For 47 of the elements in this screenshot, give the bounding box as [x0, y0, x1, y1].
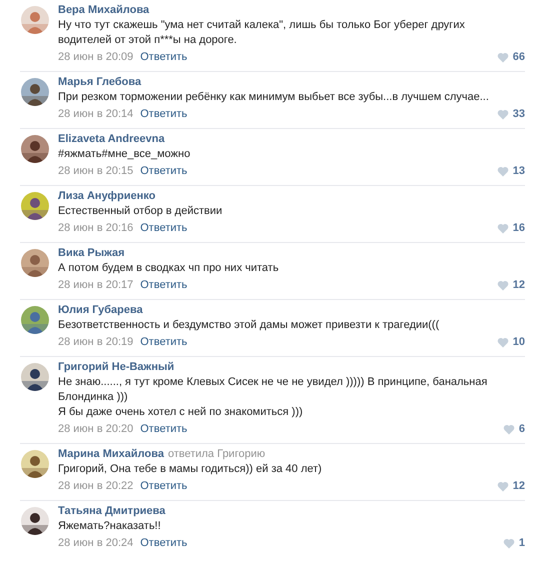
comment-date: 28 июн в 20:14	[58, 107, 134, 122]
author-name[interactable]: Вера Михайлова	[58, 3, 150, 18]
comment-text: При резком торможении ребёнку как минимум выбьет все зубы...в лучшем случае...	[58, 90, 490, 105]
reply-link[interactable]: Ответить	[140, 535, 188, 551]
comment-text: Яжемать?наказать!!	[58, 519, 162, 534]
comment-text: Григорий, Она тебе в мамы годиться)) ей за 40 лет)	[58, 462, 323, 477]
like-button[interactable]: 1	[502, 535, 525, 551]
comment-text: Не знаю......, я тут кроме Клевых Сисек не че не увидел ))))) В принципе, банальная Блондинка )))	[58, 375, 488, 405]
comment-text: Ну что тут скажешь "ума нет считай калека", лишь бы только Бог уберег других водителей от этой п***ы на дороге.	[58, 18, 466, 48]
author-name[interactable]: Elizaveta Andreevna	[58, 132, 165, 147]
author-name[interactable]: Татьяна Дмитриева	[58, 504, 166, 519]
reply-link[interactable]: Ответить	[140, 334, 188, 350]
comment-text: #яжмать#мне_все_можно	[58, 147, 192, 162]
like-button[interactable]: 12	[496, 478, 525, 494]
like-button[interactable]: 33	[496, 106, 525, 122]
comment-date: 28 июн в 20:17	[58, 278, 134, 293]
reply-to-label: ответила Григорию	[168, 447, 266, 462]
like-button[interactable]: 10	[496, 334, 525, 350]
like-button[interactable]: 12	[496, 277, 525, 293]
author-name[interactable]: Юлия Губарева	[58, 303, 143, 318]
comment-text: Безответственность и бездумство этой дамы может привезти к трагедии(((	[58, 318, 440, 333]
like-button[interactable]: 13	[496, 163, 525, 179]
comment-text: А потом будем в сводках чп про них читать	[58, 261, 280, 276]
author-name[interactable]: Марина Михайлова	[58, 447, 164, 462]
comment-text: Естественный отбор в действии	[58, 204, 224, 219]
comment-date: 28 июн в 20:19	[58, 335, 134, 350]
author-name[interactable]: Вика Рыжая	[58, 246, 125, 261]
like-button[interactable]: 66	[496, 49, 525, 65]
like-button[interactable]: 6	[502, 421, 525, 437]
comment-date: 28 июн в 20:15	[58, 164, 134, 179]
comment-date: 28 июн в 20:22	[58, 479, 134, 494]
comment-date: 28 июн в 20:16	[58, 221, 134, 236]
author-name[interactable]: Григорий Не-Важный	[58, 360, 174, 375]
comment-date: 28 июн в 20:09	[58, 50, 134, 65]
reply-link[interactable]: Ответить	[140, 49, 188, 65]
reply-link[interactable]: Ответить	[140, 277, 188, 293]
reply-link[interactable]: Ответить	[140, 220, 188, 236]
reply-link[interactable]: Ответить	[140, 163, 188, 179]
reply-link[interactable]: Ответить	[140, 478, 188, 494]
reply-link[interactable]: Ответить	[140, 421, 188, 437]
comment-text: Я бы даже очень хотел с ней по знакомиться )))	[58, 405, 304, 420]
author-name[interactable]: Марья Глебова	[58, 75, 142, 90]
author-name[interactable]: Лиза Ануфриенко	[58, 189, 156, 204]
like-button[interactable]: 16	[496, 220, 525, 236]
comment-date: 28 июн в 20:24	[58, 536, 134, 551]
reply-link[interactable]: Ответить	[140, 106, 188, 122]
comment-date: 28 июн в 20:20	[58, 422, 134, 437]
